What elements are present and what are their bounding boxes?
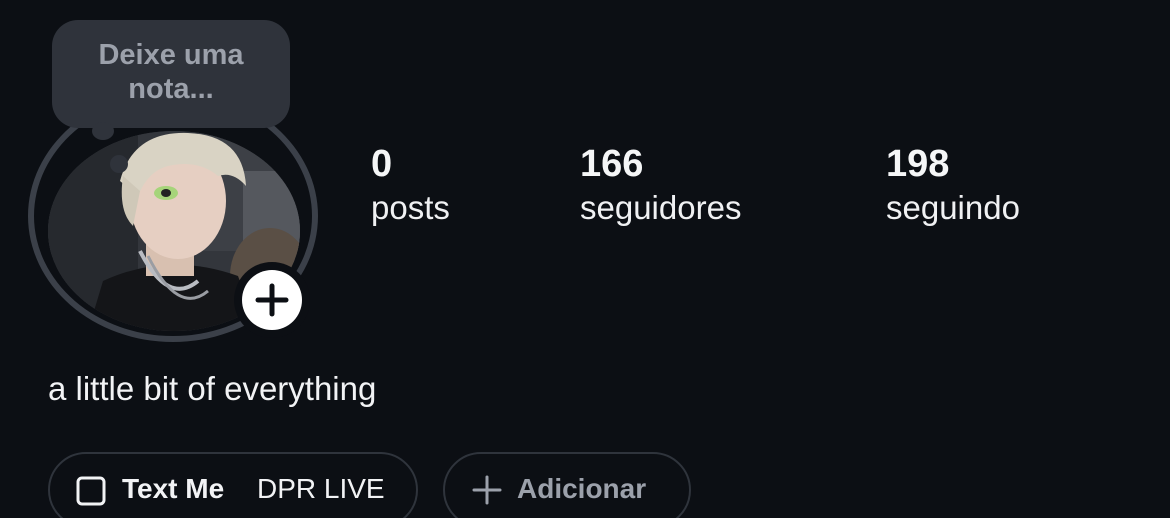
note-placeholder-line1: Deixe uma <box>98 39 244 71</box>
stat-following[interactable]: 198 seguindo <box>886 142 1020 230</box>
profile-bio: a little bit of everything <box>48 370 377 407</box>
add-story-button[interactable] <box>234 262 310 338</box>
posts-label: posts <box>371 189 450 226</box>
followers-count: 166 <box>580 143 644 185</box>
link-button-subtitle: DPR LIVE <box>257 473 385 504</box>
following-count: 198 <box>886 143 950 185</box>
link-button-title: Text Me <box>122 473 225 504</box>
plus-icon <box>472 475 502 505</box>
plus-icon <box>255 283 289 317</box>
add-story-circle <box>242 270 302 330</box>
square-outline-icon <box>76 476 106 506</box>
posts-count: 0 <box>371 143 393 185</box>
note-bubble-tail-dot <box>110 155 128 173</box>
note-bubble-tail <box>92 122 114 140</box>
following-label: seguindo <box>886 189 1020 226</box>
link-button[interactable]: Text Me DPR LIVE <box>48 452 418 518</box>
stat-followers[interactable]: 166 seguidores <box>580 142 741 230</box>
note-bubble[interactable]: Deixe uma nota... <box>52 20 290 128</box>
followers-label: seguidores <box>580 189 742 226</box>
add-button-label: Adicionar <box>517 473 647 504</box>
note-placeholder-line2: nota... <box>128 73 214 105</box>
stat-posts[interactable]: 0 posts <box>371 142 450 230</box>
add-button[interactable]: Adicionar <box>443 452 691 518</box>
